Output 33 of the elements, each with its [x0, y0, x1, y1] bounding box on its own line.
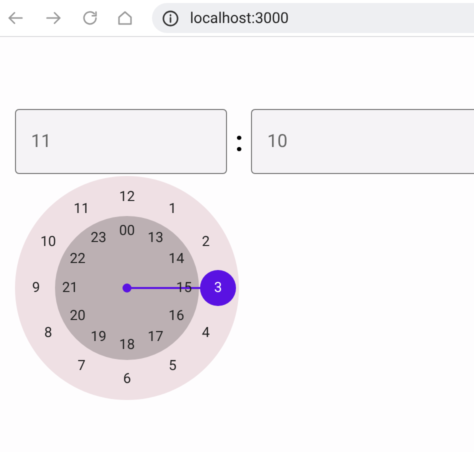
clock-number[interactable]: 16	[163, 306, 190, 326]
address-bar[interactable]: localhost:3000	[152, 3, 474, 33]
clock-number[interactable]: 18	[114, 335, 140, 355]
minute-field[interactable]: 10	[251, 109, 474, 174]
home-icon[interactable]	[116, 9, 134, 27]
clock-number[interactable]: 23	[86, 228, 112, 249]
clock-number[interactable]: 7	[68, 356, 94, 377]
hour-field[interactable]: 11	[15, 109, 228, 174]
clock-number[interactable]: 19	[86, 327, 112, 348]
clock-number[interactable]: 21	[57, 278, 83, 298]
clock-number[interactable]: 22	[64, 250, 91, 270]
time-separator: :	[234, 128, 244, 156]
url-text: localhost:3000	[190, 8, 289, 29]
clock-number[interactable]: 17	[142, 327, 168, 348]
clock-number[interactable]: 2	[192, 232, 219, 252]
clock-number[interactable]: 1	[160, 199, 186, 220]
clock-number[interactable]: 6	[114, 369, 140, 389]
clock-number[interactable]: 3	[200, 270, 236, 306]
clock-number[interactable]: 8	[35, 324, 62, 344]
clock-number[interactable]: 14	[163, 250, 190, 270]
back-icon[interactable]	[7, 9, 25, 27]
reload-icon[interactable]	[81, 9, 99, 27]
clock-number[interactable]: 5	[160, 356, 186, 377]
forward-icon[interactable]	[44, 9, 62, 27]
clock-number[interactable]: 10	[35, 232, 62, 252]
clock-number[interactable]: 4	[192, 324, 219, 344]
clock-number[interactable]: 20	[64, 306, 91, 326]
clock-number[interactable]: 11	[68, 199, 94, 220]
info-icon	[162, 10, 179, 26]
clock-number[interactable]: 12	[114, 187, 140, 207]
clock-number[interactable]: 13	[142, 228, 168, 249]
clock-number[interactable]: 00	[114, 221, 140, 241]
clock-number[interactable]: 9	[23, 278, 49, 298]
